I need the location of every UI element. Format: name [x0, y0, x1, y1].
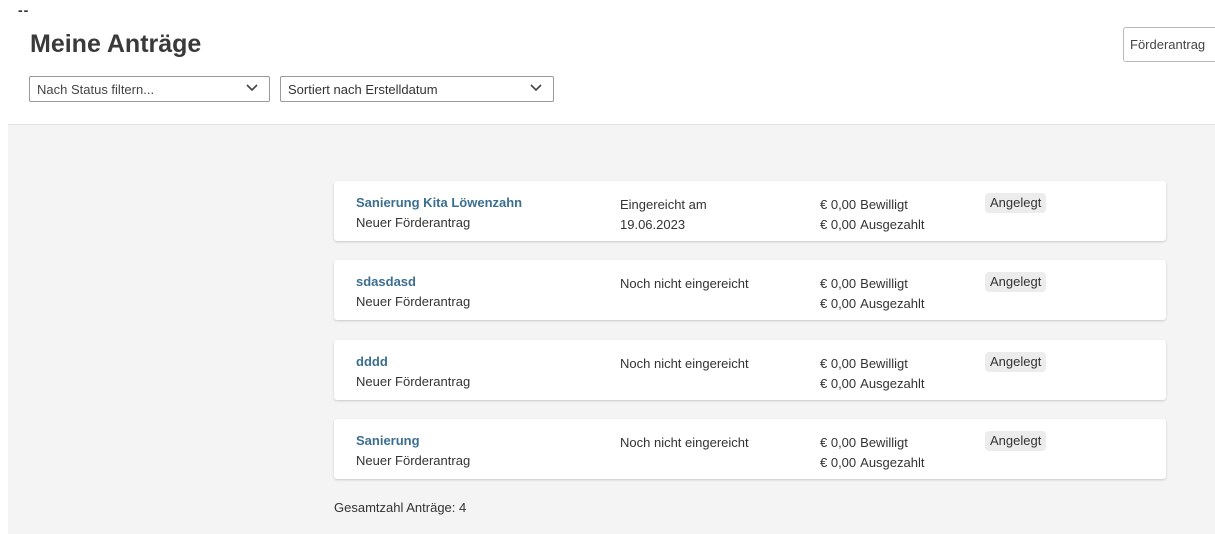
paid-row: € 0,00 Ausgezahlt	[820, 453, 924, 473]
paid-row: € 0,00 Ausgezahlt	[820, 374, 924, 394]
submission-line: Noch nicht eingereicht	[620, 276, 749, 291]
application-card[interactable]: sdasdasd Neuer Förderantrag Noch nicht e…	[334, 260, 1166, 320]
submission-status: Noch nicht eingereicht	[620, 274, 749, 294]
approved-row: € 0,00 Bewilligt	[820, 433, 924, 453]
paid-amount: € 0,00	[820, 217, 857, 232]
application-card[interactable]: dddd Neuer Förderantrag Noch nicht einge…	[334, 340, 1166, 400]
application-type: Neuer Förderantrag	[356, 374, 471, 389]
application-name-link[interactable]: dddd	[356, 354, 388, 369]
status-badge: Angelegt	[985, 431, 1047, 451]
submission-line: Eingereicht am	[620, 197, 707, 212]
application-name-link[interactable]: sdasdasd	[356, 274, 416, 289]
status-badge: Angelegt	[985, 352, 1047, 372]
status-filter-placeholder: Nach Status filtern...	[37, 82, 155, 97]
chevron-down-icon	[246, 84, 258, 92]
paid-label: Ausgezahlt	[860, 376, 925, 391]
approved-row: € 0,00 Bewilligt	[820, 274, 924, 294]
new-application-button[interactable]: Förderantrag	[1123, 27, 1215, 62]
approved-amount: € 0,00	[820, 197, 857, 212]
amounts: € 0,00 Bewilligt € 0,00 Ausgezahlt	[820, 274, 924, 314]
approved-label: Bewilligt	[860, 276, 908, 291]
paid-label: Ausgezahlt	[860, 296, 925, 311]
paid-amount: € 0,00	[820, 376, 857, 391]
approved-amount: € 0,00	[820, 356, 857, 371]
paid-label: Ausgezahlt	[860, 455, 925, 470]
approved-label: Bewilligt	[860, 435, 908, 450]
paid-row: € 0,00 Ausgezahlt	[820, 294, 924, 314]
status-filter-select[interactable]: Nach Status filtern...	[29, 76, 270, 102]
approved-row: € 0,00 Bewilligt	[820, 195, 924, 215]
amounts: € 0,00 Bewilligt € 0,00 Ausgezahlt	[820, 433, 924, 473]
submission-date: 19.06.2023	[620, 217, 686, 232]
application-type: Neuer Förderantrag	[356, 294, 471, 309]
submission-line: Noch nicht eingereicht	[620, 435, 749, 450]
paid-amount: € 0,00	[820, 455, 857, 470]
submission-status: Noch nicht eingereicht	[620, 433, 749, 453]
sort-select[interactable]: Sortiert nach Erstelldatum	[280, 76, 554, 102]
paid-row: € 0,00 Ausgezahlt	[820, 215, 924, 235]
total-count: Gesamtzahl Anträge: 4	[334, 500, 467, 515]
status-badge: Angelegt	[985, 272, 1047, 292]
approved-label: Bewilligt	[860, 197, 908, 212]
submission-status: Noch nicht eingereicht	[620, 354, 749, 374]
application-name-link[interactable]: Sanierung	[356, 433, 420, 448]
chevron-down-icon	[530, 84, 542, 92]
application-card[interactable]: Sanierung Kita Löwenzahn Neuer Förderant…	[334, 181, 1166, 241]
status-badge: Angelegt	[985, 193, 1047, 213]
approved-amount: € 0,00	[820, 276, 857, 291]
amounts: € 0,00 Bewilligt € 0,00 Ausgezahlt	[820, 354, 924, 394]
application-card[interactable]: Sanierung Neuer Förderantrag Noch nicht …	[334, 419, 1166, 479]
submission-status: Eingereicht am 19.06.2023	[620, 195, 707, 235]
application-type: Neuer Förderantrag	[356, 215, 471, 230]
approved-row: € 0,00 Bewilligt	[820, 354, 924, 374]
page-title: Meine Anträge	[30, 30, 202, 58]
application-name-link[interactable]: Sanierung Kita Löwenzahn	[356, 195, 522, 210]
amounts: € 0,00 Bewilligt € 0,00 Ausgezahlt	[820, 195, 924, 235]
header-mark: --	[18, 2, 30, 18]
application-type: Neuer Förderantrag	[356, 453, 471, 468]
approved-label: Bewilligt	[860, 356, 908, 371]
sort-select-value: Sortiert nach Erstelldatum	[288, 82, 438, 97]
paid-amount: € 0,00	[820, 296, 857, 311]
approved-amount: € 0,00	[820, 435, 857, 450]
submission-line: Noch nicht eingereicht	[620, 356, 749, 371]
paid-label: Ausgezahlt	[860, 217, 925, 232]
applications-area: Sanierung Kita Löwenzahn Neuer Förderant…	[8, 124, 1215, 534]
